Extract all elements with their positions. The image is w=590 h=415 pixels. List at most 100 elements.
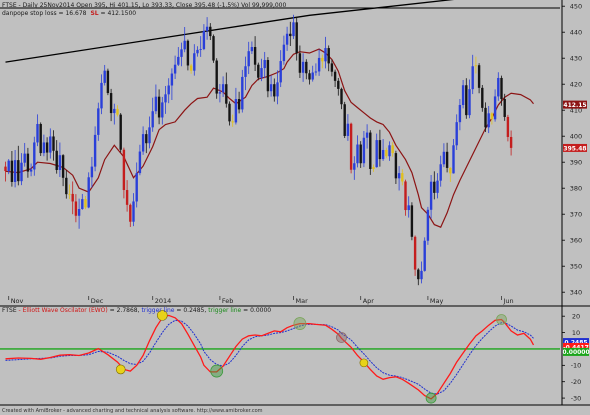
candle-body (314, 71, 318, 73)
candle-body (484, 107, 487, 128)
candle-body (10, 160, 14, 182)
candle-body (500, 77, 503, 100)
candle-body (135, 173, 138, 202)
candle-body (113, 108, 116, 114)
x-tick-label: May (430, 297, 444, 305)
candle-body (164, 94, 167, 103)
candle-body (439, 164, 442, 181)
candle-body (177, 56, 180, 65)
candle-body (106, 70, 110, 94)
candle-body (317, 57, 321, 72)
candle-body (458, 105, 462, 123)
candle-body (209, 26, 212, 37)
candle-body (36, 123, 39, 143)
signal-marker (336, 332, 347, 343)
candle-body (282, 44, 286, 62)
candle-body (445, 151, 449, 168)
price-y-tick-label: 440 (570, 28, 582, 36)
candle-body (61, 155, 65, 178)
candle-body (74, 201, 78, 216)
candle-body (205, 26, 209, 31)
ewo-y-tick-label: -10 (571, 362, 582, 370)
candle-body (183, 40, 186, 50)
candle-body (413, 236, 417, 270)
price-panel-bg (0, 1, 560, 300)
candle-body (455, 122, 458, 146)
candle-body (234, 99, 238, 123)
candle-body (289, 33, 292, 37)
candle-body (388, 145, 391, 157)
price-chart-svg[interactable]: 340350360370380390400410420430440450Nov D… (0, 0, 590, 415)
candle-body (129, 204, 132, 222)
candle-body (68, 193, 71, 195)
price-y-tick-label: 350 (570, 262, 582, 270)
candle-body (266, 60, 270, 92)
candle-body (449, 167, 452, 174)
candle-body (397, 173, 401, 179)
candle-body (116, 108, 119, 115)
price-y-tick-label: 370 (570, 210, 582, 218)
candle-body (372, 167, 375, 169)
candle-body (87, 177, 90, 208)
candle-body (225, 84, 228, 104)
candle-body (186, 40, 190, 66)
candle-body (468, 89, 471, 116)
candle-body (148, 127, 151, 144)
x-tick-label: Nov (11, 297, 24, 305)
candle-body (477, 65, 481, 88)
candle-body (161, 102, 164, 118)
ewo-y-tick-label: 10 (572, 329, 580, 337)
candle-body (433, 181, 436, 193)
candle-body (132, 201, 135, 222)
candle-body (359, 144, 362, 164)
candle-body (151, 111, 154, 128)
candle-body (196, 49, 199, 54)
price-y-tick-label: 380 (570, 184, 582, 192)
candle-body (170, 73, 174, 86)
candle-body (343, 104, 346, 136)
candle-body (23, 153, 26, 163)
candle-body (471, 66, 474, 90)
candle-body (122, 149, 126, 191)
price-y-tick-label: 340 (570, 288, 582, 296)
candle-body (381, 149, 385, 160)
candle-body (221, 84, 225, 93)
signal-marker (425, 392, 437, 404)
candle-body (77, 209, 81, 216)
candle-body (324, 48, 327, 62)
x-tick-label: 2014 (155, 297, 172, 305)
price-y-tick-label: 360 (570, 236, 582, 244)
candle-body (436, 180, 439, 193)
trigger-line (5, 319, 534, 395)
price-y-tick-label: 420 (570, 80, 582, 88)
candle-body (260, 68, 263, 78)
candle-body (365, 132, 369, 138)
price-y-tick-label: 400 (570, 132, 582, 140)
candle-body (305, 61, 308, 74)
candle-body (391, 145, 394, 154)
candle-body (308, 73, 311, 80)
candle-body (285, 33, 289, 45)
ewo-y-tick-label: -30 (571, 394, 582, 402)
candle-body (442, 151, 446, 165)
candle-body (13, 160, 17, 182)
ewo-y-tick-label: -20 (571, 378, 582, 386)
candle-body (202, 30, 206, 50)
candle-body (301, 61, 305, 73)
signal-marker (293, 317, 307, 330)
candle-body (257, 64, 260, 78)
candle-body (173, 64, 177, 74)
candle-body (353, 163, 356, 170)
candle-body (199, 49, 202, 50)
candle-body (298, 53, 302, 73)
candle-body (497, 77, 500, 97)
candle-body (385, 149, 388, 157)
ewo-line (5, 314, 535, 400)
candle-body (279, 61, 282, 83)
candle-body (340, 88, 343, 105)
price-y-tick-label: 450 (570, 2, 582, 10)
price-y-tick-label: 390 (570, 158, 582, 166)
candle-body (378, 140, 382, 160)
candle-body (410, 205, 414, 237)
candle-body (180, 49, 183, 57)
